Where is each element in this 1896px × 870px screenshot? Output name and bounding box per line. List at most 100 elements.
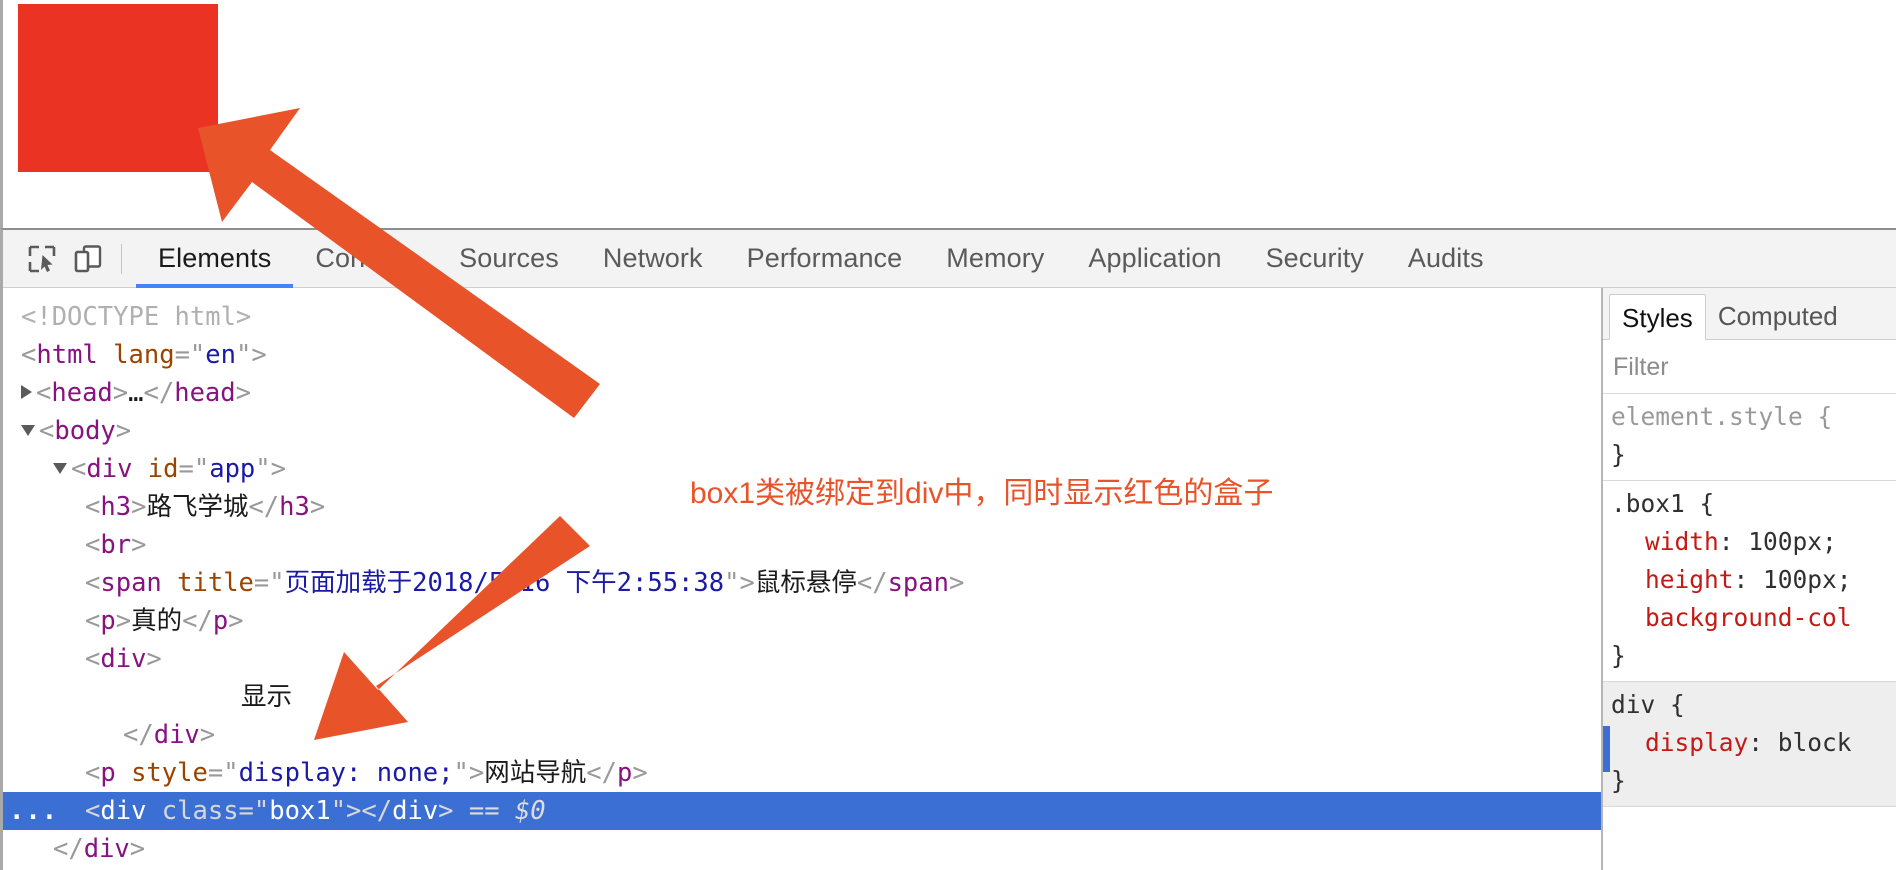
div-app-close-tag-name: div xyxy=(83,834,130,864)
p-real-text: 真的 xyxy=(131,606,183,636)
dom-line-body[interactable]: <body> xyxy=(3,412,1601,450)
tab-computed[interactable]: Computed xyxy=(1706,293,1850,339)
chevron-down-icon[interactable] xyxy=(21,425,35,436)
p-nav-attr-value: display: none; xyxy=(238,758,454,788)
css-value-height: 100px; xyxy=(1763,565,1852,594)
css-prop-height: height xyxy=(1645,565,1734,594)
chevron-down-icon[interactable] xyxy=(53,463,67,474)
tab-console-label: Console xyxy=(315,243,416,273)
devtools-tabstrip: Elements Console Sources Network Perform… xyxy=(3,230,1896,288)
css-value-display: block xyxy=(1777,728,1852,757)
selected-node-dollar-zero: == $0 xyxy=(468,796,546,826)
css-decl-width[interactable]: width: 100px; xyxy=(1611,523,1896,561)
css-decl-background-color[interactable]: background-col xyxy=(1611,599,1896,637)
inspect-element-icon[interactable] xyxy=(19,237,65,281)
tab-performance-label: Performance xyxy=(746,243,903,273)
tab-application[interactable]: Application xyxy=(1066,230,1243,288)
annotation-label: box1类被绑定到div中，同时显示红色的盒子 xyxy=(690,477,1274,510)
css-prop-width: width xyxy=(1645,527,1719,556)
html-attr-name: lang xyxy=(113,340,175,370)
css-value-width: 100px; xyxy=(1748,527,1837,556)
body-tag-name: body xyxy=(54,416,116,446)
dom-line-p-real[interactable]: <p>真的</p> xyxy=(3,602,1601,640)
doctype-text: <!DOCTYPE html> xyxy=(21,302,252,332)
dom-line-div-inner-text[interactable]: 显示 xyxy=(3,678,1601,716)
tab-sources-label: Sources xyxy=(459,243,559,273)
p-real-close-tag-name: p xyxy=(212,606,229,636)
devtools-screenshot: Elements Console Sources Network Perform… xyxy=(0,0,1896,870)
dom-line-p-nav[interactable]: <p style="display: none;">网站导航</p> xyxy=(3,754,1601,792)
tab-sources[interactable]: Sources xyxy=(437,230,581,288)
html-attr-value: en xyxy=(205,340,236,370)
dom-line-head[interactable]: <head>…</head> xyxy=(3,374,1601,412)
head-collapsed-ellipsis: … xyxy=(128,378,144,408)
span-attr-name: title xyxy=(177,568,254,598)
p-nav-attr-name: style xyxy=(131,758,208,788)
tab-styles[interactable]: Styles xyxy=(1609,294,1706,340)
tab-computed-label: Computed xyxy=(1717,301,1838,331)
expand-ellipsis-badge[interactable]: ... xyxy=(9,792,58,830)
selected-div-attr-name: class xyxy=(161,796,239,826)
device-toolbar-icon[interactable] xyxy=(65,237,111,281)
dom-line-span[interactable]: <span title="页面加载于2018/5/16 下午2:55:38">鼠… xyxy=(3,564,1601,602)
tab-security-label: Security xyxy=(1265,243,1364,273)
p-nav-text: 网站导航 xyxy=(484,758,587,788)
div-app-tag-name: div xyxy=(86,454,133,484)
css-prop-background-color: background-col xyxy=(1645,603,1852,632)
dom-line-div-inner-close[interactable]: </div> xyxy=(3,716,1601,754)
span-text: 鼠标悬停 xyxy=(754,568,857,598)
devtools-window: Elements Console Sources Network Perform… xyxy=(0,228,1896,870)
div-inner-tag-name: div xyxy=(100,644,147,674)
h3-tag-name: h3 xyxy=(100,492,132,522)
css-close-brace-div: } xyxy=(1611,766,1626,795)
dom-tree[interactable]: <!DOCTYPE html> <html lang="en"> <head>…… xyxy=(3,288,1601,870)
css-close-brace-box1: } xyxy=(1611,641,1626,670)
h3-close-tag-name: h3 xyxy=(279,492,310,522)
html-tag-name: html xyxy=(36,340,98,370)
dom-line-selected-div-box1[interactable]: ... <div class="box1"></div> == $0 xyxy=(3,792,1601,830)
css-selector-box1: .box1 { xyxy=(1611,489,1715,518)
css-rule-box1[interactable]: .box1 { width: 100px; height: 100px; bac… xyxy=(1603,481,1896,682)
div-inner-text: 显示 xyxy=(241,682,293,712)
tab-security[interactable]: Security xyxy=(1244,230,1386,288)
span-attr-value: 页面加载于2018/5/16 下午2:55:38 xyxy=(284,568,725,598)
css-decl-display[interactable]: display: block xyxy=(1611,724,1896,762)
dom-line-br[interactable]: <br> xyxy=(3,526,1601,564)
dom-line-html[interactable]: <html lang="en"> xyxy=(3,336,1601,374)
tab-memory[interactable]: Memory xyxy=(924,230,1066,288)
chevron-right-icon[interactable] xyxy=(21,385,32,399)
dom-line-doctype[interactable]: <!DOCTYPE html> xyxy=(3,298,1601,336)
css-decl-height[interactable]: height: 100px; xyxy=(1611,561,1896,599)
css-rule-div[interactable]: div { display: block } xyxy=(1603,682,1896,807)
selected-div-close-tag-name: div xyxy=(392,796,439,826)
br-tag-name: br xyxy=(100,530,132,560)
tab-console[interactable]: Console xyxy=(293,230,437,288)
div-app-attr-value: app xyxy=(209,454,256,484)
css-rule-element-style[interactable]: element.style { } xyxy=(1603,394,1896,481)
css-selector-div: div { xyxy=(1611,690,1685,719)
css-selector-element-style: element.style { xyxy=(1611,402,1833,431)
tab-memory-label: Memory xyxy=(946,243,1045,273)
dom-line-div-app-close[interactable]: </div> xyxy=(3,830,1601,868)
tab-performance[interactable]: Performance xyxy=(725,230,925,288)
styles-sidebar-tabs: Styles Computed xyxy=(1603,288,1896,340)
selected-div-tag-name: div xyxy=(100,796,147,826)
styles-filter-input[interactable]: Filter xyxy=(1603,340,1896,394)
tab-network[interactable]: Network xyxy=(581,230,725,288)
page-viewport xyxy=(0,0,1896,228)
tab-network-label: Network xyxy=(602,243,703,273)
css-close-brace-element-style: } xyxy=(1611,440,1626,469)
head-close-tag-name: head xyxy=(174,378,236,408)
styles-filter-placeholder: Filter xyxy=(1613,353,1669,381)
tab-audits[interactable]: Audits xyxy=(1386,230,1506,288)
tab-elements[interactable]: Elements xyxy=(136,230,294,288)
h3-text: 路飞学城 xyxy=(146,492,249,522)
css-prop-display: display xyxy=(1645,728,1749,757)
tab-application-label: Application xyxy=(1088,243,1222,273)
span-close-tag-name: span xyxy=(887,568,949,598)
elements-panel-body: <!DOCTYPE html> <html lang="en"> <head>…… xyxy=(3,288,1896,870)
dom-line-div-inner-open[interactable]: <div> xyxy=(3,640,1601,678)
div-inner-close-tag-name: div xyxy=(153,720,200,750)
span-tag-name: span xyxy=(100,568,162,598)
tab-audits-label: Audits xyxy=(1407,243,1484,273)
